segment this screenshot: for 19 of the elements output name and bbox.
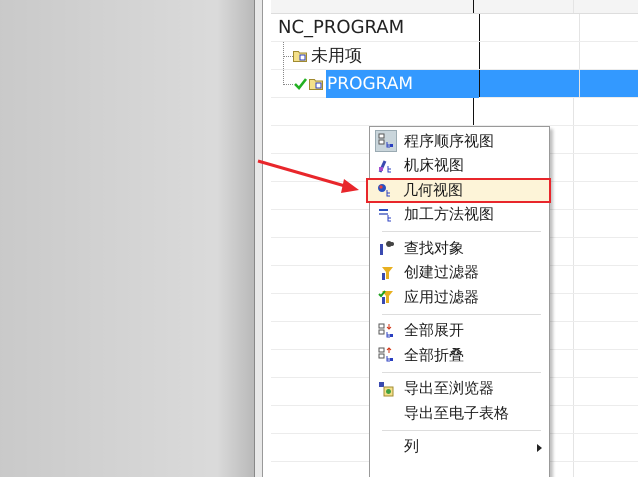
tree-node[interactable]: 未用项 <box>310 42 479 70</box>
selected-cell <box>580 70 638 97</box>
menu-item[interactable]: 全部展开 <box>372 318 547 343</box>
folder-icon <box>309 77 323 90</box>
menu-item[interactable]: 查找对象 <box>372 236 547 260</box>
menu-item[interactable]: 应用过滤器 <box>372 285 547 310</box>
folder-icon <box>293 49 307 62</box>
tree-node[interactable]: NC_PROGRAM <box>277 14 479 42</box>
menu-item[interactable]: 全部折叠 <box>372 343 547 368</box>
menu-item[interactable]: 加工方法视图 <box>372 202 547 227</box>
menu-item[interactable]: 列 <box>372 434 547 459</box>
submenu-arrow-icon <box>537 444 542 452</box>
funnel-icon <box>378 289 394 306</box>
menu-item[interactable]: 导出至浏览器 <box>372 376 547 401</box>
menu-item[interactable]: 机床视图 <box>372 154 547 178</box>
menu-item[interactable]: 创建过滤器 <box>372 260 547 285</box>
menu-item[interactable]: 导出至电子表格 <box>372 401 547 426</box>
menu-item[interactable]: 几何视图 <box>366 178 551 202</box>
menu-item[interactable]: 程序顺序视图 <box>372 129 547 154</box>
